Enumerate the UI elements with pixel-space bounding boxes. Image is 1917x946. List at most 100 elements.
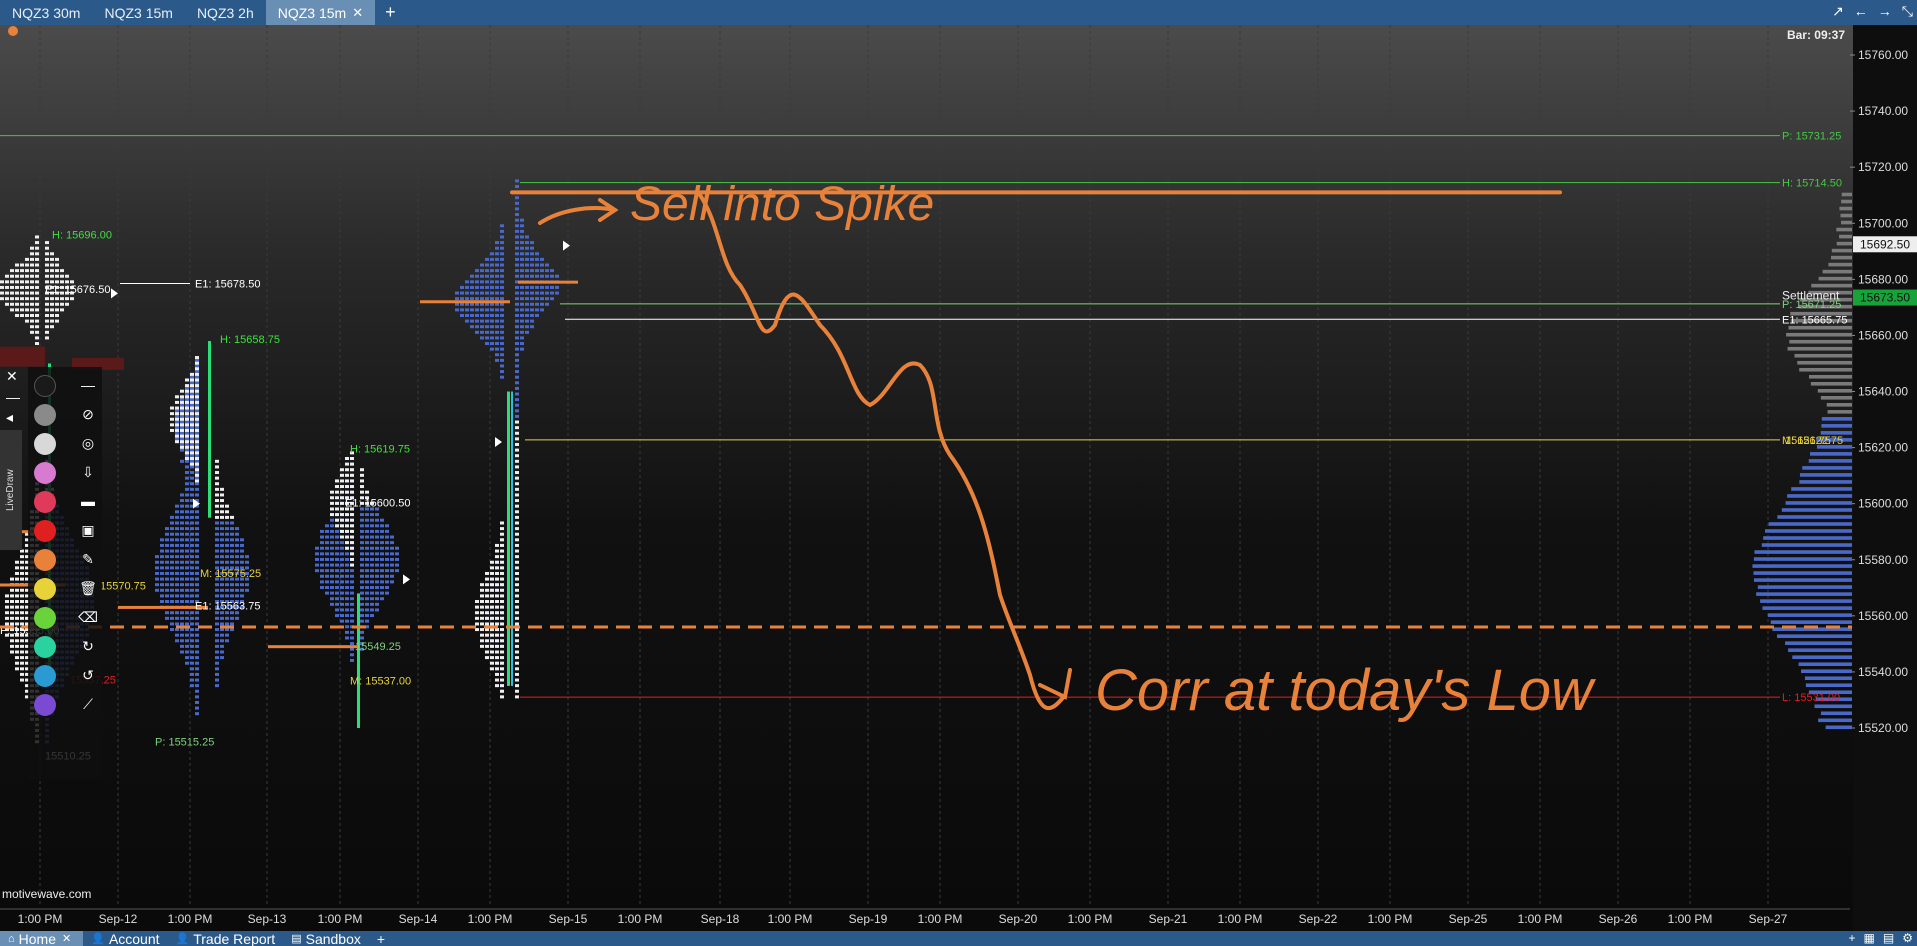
color-swatch[interactable] [34,404,56,426]
color-swatch[interactable] [34,491,56,513]
color-swatch[interactable] [34,665,56,687]
tpo-profile-bar [395,547,399,550]
volume-profile-bar [1768,613,1852,617]
close-palette-icon[interactable]: ✕ [6,368,18,385]
time-axis-label: 1:00 PM [618,912,663,926]
tab-nqz3-15m-active[interactable]: NQZ3 15m ✕ [266,0,375,25]
drawing-tool-icon[interactable]: ⟋ [78,694,98,714]
drawing-tool-icon[interactable]: ✎ [78,549,98,569]
gear-icon[interactable]: ⚙ [1902,931,1913,945]
panel-icon[interactable]: ▤ [1883,931,1894,945]
drawing-tool-icon[interactable]: ↺ [78,665,98,685]
tpo-profile-bar [515,387,519,390]
close-icon[interactable]: ✕ [352,5,363,21]
tpo-profile-bar [185,415,189,418]
tpo-profile-bar [185,437,189,440]
bottom-tab-home[interactable]: ⌂ Home ✕ [0,931,83,946]
tpo-profile-bar [540,258,544,261]
marker-triangle [563,241,570,251]
tpo-profile-bar [175,429,179,432]
volume-profile-bar [1800,473,1852,477]
bottom-tab-sandbox[interactable]: ▤ Sandbox [283,931,369,946]
tab-nqz3-30m[interactable]: NQZ3 30m [0,0,92,25]
tpo-profile-bar [350,463,354,466]
tpo-profile-bar [20,611,24,614]
tab-nqz3-2h[interactable]: NQZ3 2h [185,0,266,25]
chart-area[interactable]: 1:00 PM Sep-12 1:00 PM Sep-13 1:00 PM Sep-14 1… [0,25,1917,931]
price-chart[interactable]: 1:00 PM Sep-12 1:00 PM Sep-13 1:00 PM Sep-14 1… [0,25,1917,931]
tpo-profile-bar [495,325,499,328]
add-tab-button[interactable]: + [375,2,406,23]
tpo-profile-bar [25,308,29,311]
volume-profile-bar [1811,284,1852,288]
annotation-text-bottom: Corr at today's Low [1095,658,1596,723]
drawing-tool-icon[interactable]: ⌫ [78,607,98,627]
drawing-tool-icon[interactable]: ▣ [78,520,98,540]
tpo-profile-bar [500,370,504,373]
tpo-profile-bar [530,325,534,328]
tpo-profile-bar [170,550,174,553]
tpo-profile-bar [360,468,364,471]
collapse-palette-icon[interactable]: ◂ [6,409,13,426]
minimize-palette-icon[interactable]: — [6,389,20,405]
tpo-profile-bar [515,527,519,530]
bottom-tab-trade-report[interactable]: 👤 Trade Report [168,931,284,946]
drawing-tool-icon[interactable]: 🗑 [78,578,98,598]
tpo-profile-bar [335,485,339,488]
tpo-profile-bar [515,224,519,227]
color-swatch[interactable] [34,578,56,600]
color-swatch[interactable] [34,607,56,629]
tpo-profile-bar [225,521,229,524]
expand-icon[interactable]: ⤡ [1902,3,1913,20]
add-icon[interactable]: + [1849,931,1856,945]
tpo-profile-bar [35,308,39,311]
tpo-profile-bar [350,547,354,550]
tpo-profile-bar [350,586,354,589]
drawing-tool-icon[interactable]: ⇩ [78,462,98,482]
popout-icon[interactable]: ↗ [1832,3,1844,20]
color-swatch[interactable] [34,433,56,455]
tpo-profile-bar [35,297,39,300]
drawing-tool-icon[interactable]: ◎ [78,433,98,453]
tpo-profile-bar [515,589,519,592]
drawing-tool-icon[interactable]: ⊘ [78,404,98,424]
tpo-profile-bar [175,555,179,558]
tpo-profile-bar [330,513,334,516]
color-swatch[interactable] [34,549,56,571]
tpo-profile-bar [45,331,49,334]
tpo-profile-bar [220,488,224,491]
color-swatch[interactable] [34,636,56,658]
drawing-tool-icon[interactable]: ▬ [78,491,98,511]
profile-label: H: 15696.00 [52,229,112,241]
tpo-profile-bar [35,314,39,317]
layout-icon[interactable]: ▦ [1864,931,1875,945]
tpo-profile-bar [35,320,39,323]
tpo-profile-bar [315,569,319,572]
bottom-tab-account[interactable]: 👤 Account [83,931,167,946]
tpo-profile-bar [220,656,224,659]
color-swatch[interactable] [34,462,56,484]
tpo-profile-bar [185,527,189,530]
close-icon[interactable]: ✕ [62,932,71,945]
tpo-profile-bar [180,443,184,446]
tpo-profile-bar [500,679,504,682]
tpo-profile-bar [370,513,374,516]
tpo-profile-bar [525,308,529,311]
color-swatch[interactable] [34,520,56,542]
drawing-tool-icon[interactable]: ↻ [78,636,98,656]
tpo-profile-bar [545,303,549,306]
tpo-profile-bar [535,303,539,306]
tab-nqz3-15m[interactable]: NQZ3 15m [92,0,184,25]
forward-icon[interactable]: → [1878,3,1892,20]
livedraw-toggle[interactable]: LiveDraw [0,430,22,550]
color-swatch[interactable] [34,375,56,397]
volume-profile-bar [1791,487,1852,491]
color-swatch[interactable] [34,694,56,716]
add-bottom-tab-button[interactable]: + [369,931,393,946]
tpo-profile-bar [495,336,499,339]
tpo-profile-bar [60,275,64,278]
tpo-profile-bar [330,586,334,589]
back-icon[interactable]: ← [1854,3,1868,20]
tpo-profile-bar [495,684,499,687]
drawing-tool-icon[interactable]: — [78,375,98,395]
